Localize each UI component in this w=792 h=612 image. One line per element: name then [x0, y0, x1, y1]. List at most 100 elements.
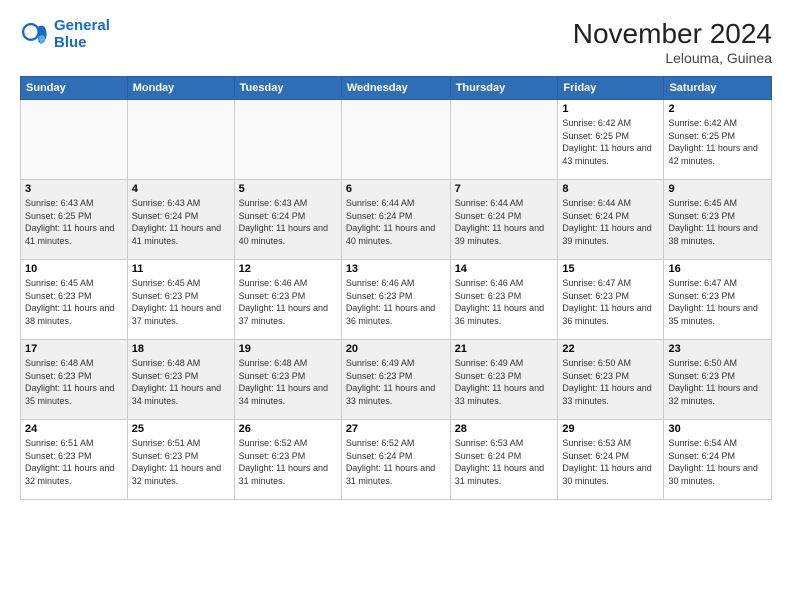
day-info: Sunrise: 6:48 AM Sunset: 6:23 PM Dayligh… — [25, 357, 123, 407]
day-number: 16 — [668, 263, 767, 275]
day-number: 20 — [346, 343, 446, 355]
logo: General Blue — [20, 18, 110, 51]
day-number: 8 — [562, 183, 659, 195]
day-info: Sunrise: 6:53 AM Sunset: 6:24 PM Dayligh… — [562, 437, 659, 487]
cell-3-1: 18 Sunrise: 6:48 AM Sunset: 6:23 PM Dayli… — [127, 340, 234, 420]
day-info: Sunrise: 6:43 AM Sunset: 6:24 PM Dayligh… — [132, 197, 230, 247]
day-number: 12 — [239, 263, 337, 275]
day-info: Sunrise: 6:51 AM Sunset: 6:23 PM Dayligh… — [132, 437, 230, 487]
day-number: 24 — [25, 423, 123, 435]
logo-text: General Blue — [54, 18, 110, 51]
cell-3-0: 17Sunrise: 6:48 AM Sunset: 6:23 PM Dayli… — [21, 340, 128, 420]
day-info: Sunrise: 6:48 AM Sunset: 6:23 PM Dayligh… — [132, 357, 230, 407]
day-number: 1 — [562, 103, 659, 115]
day-info: Sunrise: 6:51 AM Sunset: 6:23 PM Dayligh… — [25, 437, 123, 487]
week-row-0: 1 Sunrise: 6:42 AM Sunset: 6:25 PM Daylig… — [21, 100, 772, 180]
week-row-2: 10 Sunrise: 6:45 AM Sunset: 6:23 PM Dayli… — [21, 260, 772, 340]
day-info: Sunrise: 6:47 AM Sunset: 6:23 PM Dayligh… — [668, 277, 767, 327]
week-row-3: 17Sunrise: 6:48 AM Sunset: 6:23 PM Dayli… — [21, 340, 772, 420]
logo-line2: Blue — [54, 34, 87, 51]
cell-2-1: 11 Sunrise: 6:45 AM Sunset: 6:23 PM Dayli… — [127, 260, 234, 340]
title-block: November 2024 Lelouma, Guinea — [573, 18, 772, 66]
cell-3-6: 23 Sunrise: 6:50 AM Sunset: 6:23 PM Dayli… — [664, 340, 772, 420]
header-thursday: Thursday — [450, 77, 558, 100]
month-title: November 2024 — [573, 18, 772, 50]
cell-1-6: 9Sunrise: 6:45 AM Sunset: 6:23 PM Daylig… — [664, 180, 772, 260]
day-number: 15 — [562, 263, 659, 275]
day-info: Sunrise: 6:47 AM Sunset: 6:23 PM Dayligh… — [562, 277, 659, 327]
cell-1-4: 7 Sunrise: 6:44 AM Sunset: 6:24 PM Daylig… — [450, 180, 558, 260]
day-number: 29 — [562, 423, 659, 435]
cell-3-3: 20 Sunrise: 6:49 AM Sunset: 6:23 PM Dayli… — [341, 340, 450, 420]
day-number: 19 — [239, 343, 337, 355]
day-info: Sunrise: 6:52 AM Sunset: 6:23 PM Dayligh… — [239, 437, 337, 487]
day-info: Sunrise: 6:49 AM Sunset: 6:23 PM Dayligh… — [455, 357, 554, 407]
cell-2-0: 10Sunrise: 6:45 AM Sunset: 6:23 PM Dayli… — [21, 260, 128, 340]
cell-0-2 — [234, 100, 341, 180]
cell-2-3: 13 Sunrise: 6:46 AM Sunset: 6:23 PM Dayli… — [341, 260, 450, 340]
day-info: Sunrise: 6:42 AM Sunset: 6:25 PM Dayligh… — [668, 117, 767, 167]
day-number: 27 — [346, 423, 446, 435]
cell-4-0: 24 Sunrise: 6:51 AM Sunset: 6:23 PM Dayli… — [21, 420, 128, 500]
cell-4-5: 29 Sunrise: 6:53 AM Sunset: 6:24 PM Dayli… — [558, 420, 664, 500]
week-row-1: 3 Sunrise: 6:43 AM Sunset: 6:25 PM Daylig… — [21, 180, 772, 260]
day-info: Sunrise: 6:43 AM Sunset: 6:25 PM Dayligh… — [25, 197, 123, 247]
day-number: 6 — [346, 183, 446, 195]
cell-3-2: 19 Sunrise: 6:48 AM Sunset: 6:23 PM Dayli… — [234, 340, 341, 420]
cell-1-1: 4 Sunrise: 6:43 AM Sunset: 6:24 PM Daylig… — [127, 180, 234, 260]
day-number: 4 — [132, 183, 230, 195]
week-row-4: 24 Sunrise: 6:51 AM Sunset: 6:23 PM Dayli… — [21, 420, 772, 500]
day-number: 25 — [132, 423, 230, 435]
cell-3-5: 22Sunrise: 6:50 AM Sunset: 6:23 PM Dayli… — [558, 340, 664, 420]
day-info: Sunrise: 6:53 AM Sunset: 6:24 PM Dayligh… — [455, 437, 554, 487]
day-info: Sunrise: 6:46 AM Sunset: 6:23 PM Dayligh… — [239, 277, 337, 327]
header: General Blue November 2024 Lelouma, Guin… — [20, 18, 772, 66]
day-number: 18 — [132, 343, 230, 355]
day-info: Sunrise: 6:50 AM Sunset: 6:23 PM Dayligh… — [562, 357, 659, 407]
day-info: Sunrise: 6:46 AM Sunset: 6:23 PM Dayligh… — [455, 277, 554, 327]
day-number: 13 — [346, 263, 446, 275]
day-info: Sunrise: 6:52 AM Sunset: 6:24 PM Dayligh… — [346, 437, 446, 487]
day-number: 5 — [239, 183, 337, 195]
day-info: Sunrise: 6:50 AM Sunset: 6:23 PM Dayligh… — [668, 357, 767, 407]
day-info: Sunrise: 6:54 AM Sunset: 6:24 PM Dayligh… — [668, 437, 767, 487]
day-number: 7 — [455, 183, 554, 195]
cell-1-3: 6Sunrise: 6:44 AM Sunset: 6:24 PM Daylig… — [341, 180, 450, 260]
cell-2-6: 16 Sunrise: 6:47 AM Sunset: 6:23 PM Dayli… — [664, 260, 772, 340]
cell-4-3: 27 Sunrise: 6:52 AM Sunset: 6:24 PM Dayli… — [341, 420, 450, 500]
cell-4-2: 26 Sunrise: 6:52 AM Sunset: 6:23 PM Dayli… — [234, 420, 341, 500]
cell-2-4: 14Sunrise: 6:46 AM Sunset: 6:23 PM Dayli… — [450, 260, 558, 340]
day-number: 23 — [668, 343, 767, 355]
header-friday: Friday — [558, 77, 664, 100]
cell-1-0: 3 Sunrise: 6:43 AM Sunset: 6:25 PM Daylig… — [21, 180, 128, 260]
header-wednesday: Wednesday — [341, 77, 450, 100]
day-number: 11 — [132, 263, 230, 275]
cell-1-2: 5 Sunrise: 6:43 AM Sunset: 6:24 PM Daylig… — [234, 180, 341, 260]
day-info: Sunrise: 6:43 AM Sunset: 6:24 PM Dayligh… — [239, 197, 337, 247]
day-number: 3 — [25, 183, 123, 195]
day-number: 26 — [239, 423, 337, 435]
logo-line1: General — [54, 17, 110, 34]
cell-0-5: 1 Sunrise: 6:42 AM Sunset: 6:25 PM Daylig… — [558, 100, 664, 180]
header-tuesday: Tuesday — [234, 77, 341, 100]
header-sunday: Sunday — [21, 77, 128, 100]
day-info: Sunrise: 6:46 AM Sunset: 6:23 PM Dayligh… — [346, 277, 446, 327]
day-number: 21 — [455, 343, 554, 355]
day-info: Sunrise: 6:44 AM Sunset: 6:24 PM Dayligh… — [455, 197, 554, 247]
day-info: Sunrise: 6:45 AM Sunset: 6:23 PM Dayligh… — [132, 277, 230, 327]
calendar-header-row: Sunday Monday Tuesday Wednesday Thursday… — [21, 77, 772, 100]
day-info: Sunrise: 6:48 AM Sunset: 6:23 PM Dayligh… — [239, 357, 337, 407]
cell-0-0 — [21, 100, 128, 180]
location: Lelouma, Guinea — [573, 50, 772, 66]
day-number: 10 — [25, 263, 123, 275]
header-monday: Monday — [127, 77, 234, 100]
cell-0-6: 2Sunrise: 6:42 AM Sunset: 6:25 PM Daylig… — [664, 100, 772, 180]
cell-0-3 — [341, 100, 450, 180]
calendar: Sunday Monday Tuesday Wednesday Thursday… — [20, 76, 772, 500]
cell-3-4: 21 Sunrise: 6:49 AM Sunset: 6:23 PM Dayli… — [450, 340, 558, 420]
day-info: Sunrise: 6:42 AM Sunset: 6:25 PM Dayligh… — [562, 117, 659, 167]
day-info: Sunrise: 6:49 AM Sunset: 6:23 PM Dayligh… — [346, 357, 446, 407]
cell-4-1: 25 Sunrise: 6:51 AM Sunset: 6:23 PM Dayli… — [127, 420, 234, 500]
day-info: Sunrise: 6:45 AM Sunset: 6:23 PM Dayligh… — [668, 197, 767, 247]
cell-1-5: 8Sunrise: 6:44 AM Sunset: 6:24 PM Daylig… — [558, 180, 664, 260]
